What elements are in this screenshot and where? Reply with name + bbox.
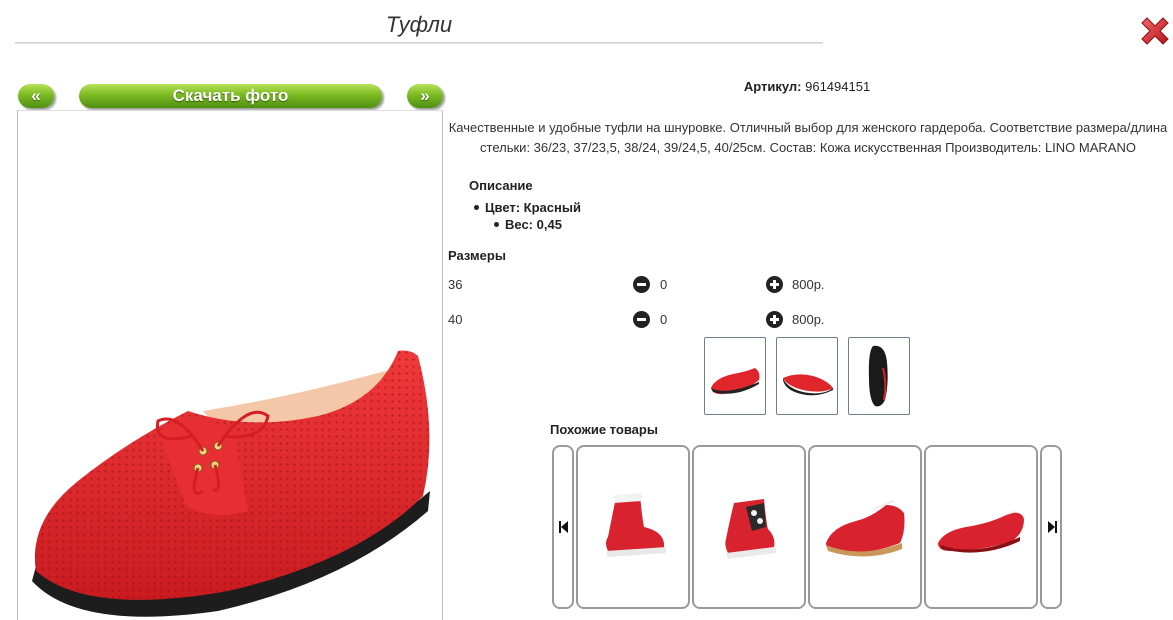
article-label: Артикул: [743,79,802,94]
page-title: Туфли [385,12,453,37]
price-value: 800р. [792,277,825,292]
size-value: 36 [448,277,463,292]
red-shoe-image [32,350,430,617]
feature-color-text: Цвет: Красный [485,200,581,215]
minus-icon[interactable] [633,276,650,293]
size-row: 36 0 800р. [448,276,868,294]
photo-thumbnail-3[interactable] [848,337,910,415]
feature-color: Цвет: Красный [474,200,581,215]
features-heading: Описание [469,178,533,193]
photo-thumbnail-2[interactable] [776,337,838,415]
feature-weight: Вес: 0,45 [494,217,562,232]
quantity-value: 0 [660,312,668,327]
similar-product-card[interactable] [692,445,806,609]
size-value: 40 [448,312,463,327]
shoe-thumbnail-image [783,374,833,396]
photo-thumbnail-1[interactable] [704,337,766,415]
minus-icon[interactable] [633,311,650,328]
article-value: 961494151 [805,79,871,94]
next-photo-button[interactable]: » [407,84,443,108]
patterned-boot-image [725,499,776,559]
product-description: Качественные и удобные туфли на шнуровке… [448,120,1168,155]
similar-product-card[interactable] [924,445,1038,609]
plus-icon[interactable] [766,311,783,328]
shoe-sole-thumbnail-image [868,345,888,407]
quantity-value: 0 [660,277,668,292]
red-loafer-image [938,510,1024,553]
carousel-next-button[interactable] [1040,445,1062,609]
main-product-photo[interactable] [17,110,443,620]
sizes-heading: Размеры [448,248,506,263]
download-photo-button[interactable]: Скачать фото [79,84,382,108]
article-line: Артикул: 961494151 [640,79,974,94]
size-row: 40 0 800р. [448,311,868,329]
title-divider [15,42,823,44]
similar-products-heading: Похожие товары [550,422,658,437]
skip-forward-icon [1048,521,1057,533]
prev-photo-button[interactable]: « [18,84,54,108]
red-boot-image [606,493,666,557]
skip-back-icon [559,521,568,533]
similar-product-card[interactable] [576,445,690,609]
close-icon [1141,17,1169,45]
shoe-thumbnail-image [711,368,760,395]
carousel-prev-button[interactable] [552,445,574,609]
close-button[interactable] [1138,14,1172,48]
similar-product-card[interactable] [808,445,922,609]
feature-weight-text: Вес: 0,45 [505,217,562,232]
plus-icon[interactable] [766,276,783,293]
price-value: 800р. [792,312,825,327]
red-shoe-image [826,500,905,557]
